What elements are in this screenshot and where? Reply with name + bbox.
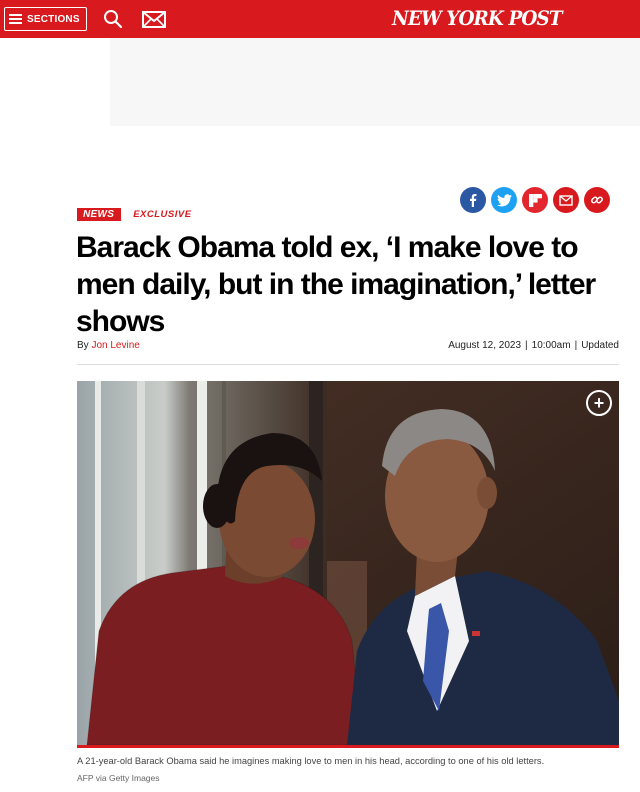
share-bar: [460, 187, 610, 213]
flipboard-share-button[interactable]: [522, 187, 548, 213]
exclusive-tag[interactable]: EXCLUSIVE: [133, 209, 191, 220]
site-logo[interactable]: NEW YORK POST: [392, 6, 563, 30]
facebook-icon: [470, 194, 477, 207]
byline-prefix: By: [77, 340, 89, 351]
ad-slot: [110, 38, 640, 126]
byline-divider: [77, 364, 619, 365]
article-headline: Barack Obama told ex, ‘I make love to me…: [76, 231, 596, 338]
news-tag[interactable]: NEWS: [77, 208, 122, 221]
mail-icon[interactable]: [141, 9, 167, 29]
hamburger-icon: [9, 14, 22, 24]
search-icon[interactable]: [103, 9, 123, 29]
publish-date: August 12, 2023: [448, 340, 522, 351]
dateline: August 12, 2023 | 10:00am | Updated: [448, 340, 619, 351]
author-link[interactable]: Jon Levine: [91, 340, 139, 351]
twitter-share-button[interactable]: [491, 187, 517, 213]
photo-accent-rule: [77, 745, 619, 748]
expand-photo-button[interactable]: +: [586, 390, 612, 416]
article-photo[interactable]: +: [77, 381, 619, 745]
link-icon: [591, 196, 603, 204]
updated-toggle[interactable]: Updated: [581, 340, 619, 351]
article-tags: NEWS EXCLUSIVE: [77, 208, 192, 221]
flipboard-icon: [528, 193, 542, 207]
photo-illustration: [77, 381, 619, 745]
email-share-button[interactable]: [553, 187, 579, 213]
link-share-button[interactable]: [584, 187, 610, 213]
publish-time: 10:00am: [531, 340, 571, 351]
twitter-icon: [496, 193, 512, 206]
photo-credit: AFP via Getty Images: [77, 773, 160, 783]
sections-button[interactable]: SECTIONS: [4, 7, 87, 31]
sections-label: SECTIONS: [27, 13, 80, 25]
email-icon: [559, 194, 573, 206]
photo-caption: A 21-year-old Barack Obama said he imagi…: [77, 756, 545, 766]
facebook-share-button[interactable]: [460, 187, 486, 213]
byline: By Jon Levine: [77, 340, 140, 351]
top-bar: SECTIONS NEW YORK POST: [0, 0, 640, 38]
